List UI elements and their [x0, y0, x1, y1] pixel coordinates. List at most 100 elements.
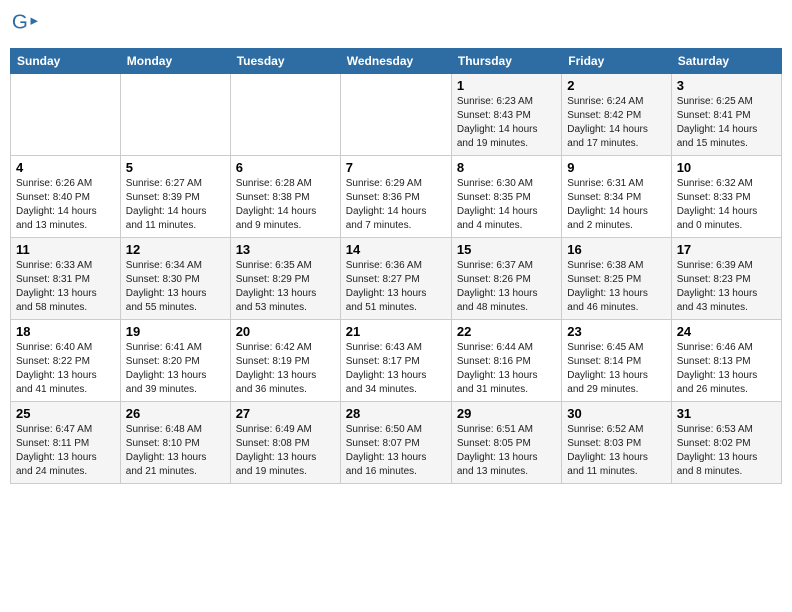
- day-cell: [11, 74, 121, 156]
- day-number: 5: [126, 160, 225, 175]
- week-row-1: 1Sunrise: 6:23 AM Sunset: 8:43 PM Daylig…: [11, 74, 782, 156]
- header-day-wednesday: Wednesday: [340, 49, 451, 74]
- day-number: 17: [677, 242, 776, 257]
- day-cell: 10 Sunrise: 6:32 AM Sunset: 8:33 PM Dayli…: [671, 156, 781, 238]
- day-info: Sunrise: 6:42 AM Sunset: 8:19 PM Dayligh…: [236, 341, 335, 397]
- page-header: G: [10, 10, 782, 38]
- header-day-sunday: Sunday: [11, 49, 121, 74]
- day-cell: 9 Sunrise: 6:31 AM Sunset: 8:34 PM Daylig…: [562, 156, 671, 238]
- day-cell: 25Sunrise: 6:47 AM Sunset: 8:11 PM Dayli…: [11, 402, 121, 484]
- day-number: 18: [16, 324, 115, 339]
- day-number: 9: [567, 160, 665, 175]
- day-cell: 8 Sunrise: 6:30 AM Sunset: 8:35 PM Daylig…: [451, 156, 561, 238]
- day-number: 6: [236, 160, 335, 175]
- day-cell: [230, 74, 340, 156]
- week-row-4: 18 Sunrise: 6:40 AM Sunset: 8:22 PM Dayli…: [11, 320, 782, 402]
- day-info: Sunrise: 6:53 AM Sunset: 8:02 PM Dayligh…: [677, 423, 776, 479]
- day-cell: 2 Sunrise: 6:24 AM Sunset: 8:42 PM Daylig…: [562, 74, 671, 156]
- day-number: 8: [457, 160, 556, 175]
- calendar-body: 1Sunrise: 6:23 AM Sunset: 8:43 PM Daylig…: [11, 74, 782, 484]
- day-number: 25: [16, 406, 115, 421]
- day-info: Sunrise: 6:37 AM Sunset: 8:26 PM Dayligh…: [457, 259, 556, 315]
- day-number: 13: [236, 242, 335, 257]
- day-number: 20: [236, 324, 335, 339]
- day-cell: [340, 74, 451, 156]
- day-cell: 12 Sunrise: 6:34 AM Sunset: 8:30 PM Dayli…: [120, 238, 230, 320]
- day-cell: 26 Sunrise: 6:48 AM Sunset: 8:10 PM Dayli…: [120, 402, 230, 484]
- day-info: Sunrise: 6:43 AM Sunset: 8:17 PM Dayligh…: [346, 341, 446, 397]
- day-number: 30: [567, 406, 665, 421]
- day-number: 11: [16, 242, 115, 257]
- day-cell: 1Sunrise: 6:23 AM Sunset: 8:43 PM Daylig…: [451, 74, 561, 156]
- day-cell: 20 Sunrise: 6:42 AM Sunset: 8:19 PM Dayli…: [230, 320, 340, 402]
- day-info: Sunrise: 6:33 AM Sunset: 8:31 PM Dayligh…: [16, 259, 115, 315]
- svg-text:G: G: [12, 11, 28, 34]
- day-number: 29: [457, 406, 556, 421]
- day-cell: 5 Sunrise: 6:27 AM Sunset: 8:39 PM Daylig…: [120, 156, 230, 238]
- day-number: 16: [567, 242, 665, 257]
- day-number: 14: [346, 242, 446, 257]
- day-number: 19: [126, 324, 225, 339]
- logo: G: [10, 10, 42, 38]
- day-number: 10: [677, 160, 776, 175]
- day-info: Sunrise: 6:25 AM Sunset: 8:41 PM Dayligh…: [677, 95, 776, 151]
- day-number: 22: [457, 324, 556, 339]
- day-info: Sunrise: 6:26 AM Sunset: 8:40 PM Dayligh…: [16, 177, 115, 233]
- header-day-saturday: Saturday: [671, 49, 781, 74]
- day-cell: 24 Sunrise: 6:46 AM Sunset: 8:13 PM Dayli…: [671, 320, 781, 402]
- day-info: Sunrise: 6:29 AM Sunset: 8:36 PM Dayligh…: [346, 177, 446, 233]
- day-info: Sunrise: 6:46 AM Sunset: 8:13 PM Dayligh…: [677, 341, 776, 397]
- calendar-table: SundayMondayTuesdayWednesdayThursdayFrid…: [10, 48, 782, 484]
- day-cell: [120, 74, 230, 156]
- week-row-5: 25Sunrise: 6:47 AM Sunset: 8:11 PM Dayli…: [11, 402, 782, 484]
- day-cell: 15 Sunrise: 6:37 AM Sunset: 8:26 PM Dayli…: [451, 238, 561, 320]
- day-cell: 16 Sunrise: 6:38 AM Sunset: 8:25 PM Dayli…: [562, 238, 671, 320]
- day-cell: 31 Sunrise: 6:53 AM Sunset: 8:02 PM Dayli…: [671, 402, 781, 484]
- day-info: Sunrise: 6:41 AM Sunset: 8:20 PM Dayligh…: [126, 341, 225, 397]
- calendar-header: SundayMondayTuesdayWednesdayThursdayFrid…: [11, 49, 782, 74]
- day-info: Sunrise: 6:40 AM Sunset: 8:22 PM Dayligh…: [16, 341, 115, 397]
- day-info: Sunrise: 6:35 AM Sunset: 8:29 PM Dayligh…: [236, 259, 335, 315]
- day-info: Sunrise: 6:44 AM Sunset: 8:16 PM Dayligh…: [457, 341, 556, 397]
- day-cell: 7 Sunrise: 6:29 AM Sunset: 8:36 PM Daylig…: [340, 156, 451, 238]
- header-day-monday: Monday: [120, 49, 230, 74]
- day-cell: 14 Sunrise: 6:36 AM Sunset: 8:27 PM Dayli…: [340, 238, 451, 320]
- day-number: 26: [126, 406, 225, 421]
- day-number: 31: [677, 406, 776, 421]
- day-cell: 21Sunrise: 6:43 AM Sunset: 8:17 PM Dayli…: [340, 320, 451, 402]
- header-day-friday: Friday: [562, 49, 671, 74]
- day-cell: 19 Sunrise: 6:41 AM Sunset: 8:20 PM Dayli…: [120, 320, 230, 402]
- day-info: Sunrise: 6:50 AM Sunset: 8:07 PM Dayligh…: [346, 423, 446, 479]
- day-info: Sunrise: 6:49 AM Sunset: 8:08 PM Dayligh…: [236, 423, 335, 479]
- day-info: Sunrise: 6:32 AM Sunset: 8:33 PM Dayligh…: [677, 177, 776, 233]
- day-cell: 4Sunrise: 6:26 AM Sunset: 8:40 PM Daylig…: [11, 156, 121, 238]
- day-info: Sunrise: 6:24 AM Sunset: 8:42 PM Dayligh…: [567, 95, 665, 151]
- day-info: Sunrise: 6:45 AM Sunset: 8:14 PM Dayligh…: [567, 341, 665, 397]
- day-number: 28: [346, 406, 446, 421]
- day-number: 15: [457, 242, 556, 257]
- day-info: Sunrise: 6:34 AM Sunset: 8:30 PM Dayligh…: [126, 259, 225, 315]
- day-info: Sunrise: 6:36 AM Sunset: 8:27 PM Dayligh…: [346, 259, 446, 315]
- day-number: 24: [677, 324, 776, 339]
- day-cell: 22 Sunrise: 6:44 AM Sunset: 8:16 PM Dayli…: [451, 320, 561, 402]
- day-cell: 23 Sunrise: 6:45 AM Sunset: 8:14 PM Dayli…: [562, 320, 671, 402]
- day-info: Sunrise: 6:27 AM Sunset: 8:39 PM Dayligh…: [126, 177, 225, 233]
- day-info: Sunrise: 6:28 AM Sunset: 8:38 PM Dayligh…: [236, 177, 335, 233]
- header-day-tuesday: Tuesday: [230, 49, 340, 74]
- day-info: Sunrise: 6:30 AM Sunset: 8:35 PM Dayligh…: [457, 177, 556, 233]
- day-number: 23: [567, 324, 665, 339]
- day-info: Sunrise: 6:48 AM Sunset: 8:10 PM Dayligh…: [126, 423, 225, 479]
- day-number: 1: [457, 78, 556, 93]
- day-number: 7: [346, 160, 446, 175]
- day-number: 12: [126, 242, 225, 257]
- day-cell: 11 Sunrise: 6:33 AM Sunset: 8:31 PM Dayli…: [11, 238, 121, 320]
- week-row-2: 4Sunrise: 6:26 AM Sunset: 8:40 PM Daylig…: [11, 156, 782, 238]
- day-info: Sunrise: 6:38 AM Sunset: 8:25 PM Dayligh…: [567, 259, 665, 315]
- day-number: 27: [236, 406, 335, 421]
- day-number: 2: [567, 78, 665, 93]
- day-cell: 28 Sunrise: 6:50 AM Sunset: 8:07 PM Dayli…: [340, 402, 451, 484]
- day-info: Sunrise: 6:31 AM Sunset: 8:34 PM Dayligh…: [567, 177, 665, 233]
- week-row-3: 11 Sunrise: 6:33 AM Sunset: 8:31 PM Dayli…: [11, 238, 782, 320]
- day-info: Sunrise: 6:52 AM Sunset: 8:03 PM Dayligh…: [567, 423, 665, 479]
- day-info: Sunrise: 6:51 AM Sunset: 8:05 PM Dayligh…: [457, 423, 556, 479]
